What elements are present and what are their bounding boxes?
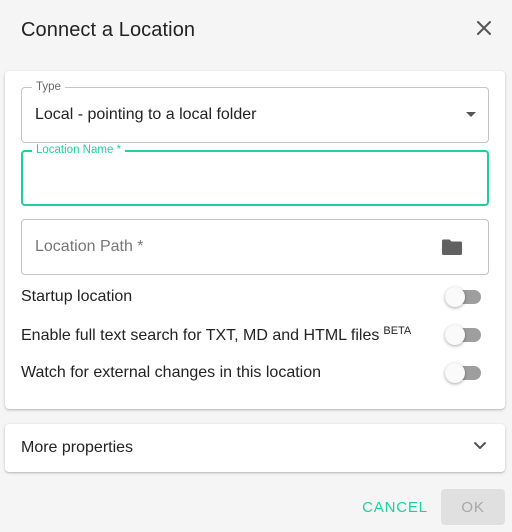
watch-changes-switch[interactable] xyxy=(445,363,485,383)
chevron-down-icon xyxy=(474,442,486,449)
ok-button[interactable]: OK xyxy=(441,489,505,525)
switch-thumb xyxy=(445,287,465,307)
switch-thumb xyxy=(445,363,465,383)
type-value: Local - pointing to a local folder xyxy=(35,106,257,123)
startup-location-switch[interactable] xyxy=(445,287,485,307)
location-name-label: Location Name * xyxy=(32,143,126,157)
startup-location-row: Startup location xyxy=(21,283,489,311)
close-icon xyxy=(477,21,491,35)
full-text-search-label: Enable full text search for TXT, MD and … xyxy=(21,325,412,344)
dropdown-arrow-icon xyxy=(466,112,476,117)
cancel-button[interactable]: CANCEL xyxy=(357,490,433,524)
type-select[interactable]: Type Local - pointing to a local folder xyxy=(21,80,489,143)
close-button[interactable] xyxy=(470,14,498,42)
dialog-title: Connect a Location xyxy=(21,19,196,41)
beta-badge: BETA xyxy=(383,325,412,337)
startup-location-label: Startup location xyxy=(21,288,133,305)
more-properties-panel[interactable]: More properties xyxy=(5,424,505,472)
watch-changes-row: Watch for external changes in this locat… xyxy=(21,359,489,387)
switch-thumb xyxy=(445,325,465,345)
watch-changes-label: Watch for external changes in this locat… xyxy=(21,364,322,381)
location-name-field[interactable]: Location Name * xyxy=(21,143,489,206)
location-path-field[interactable]: Location Path * xyxy=(21,219,489,275)
connect-location-dialog: Connect a Location Type Local - pointing… xyxy=(0,0,512,532)
full-text-search-switch[interactable] xyxy=(445,325,485,345)
type-label: Type xyxy=(32,80,65,94)
location-path-placeholder: Location Path * xyxy=(35,238,144,255)
folder-icon[interactable] xyxy=(441,238,463,261)
location-name-input[interactable] xyxy=(35,166,475,190)
more-properties-label: More properties xyxy=(21,439,134,456)
location-form-card: Type Local - pointing to a local folder … xyxy=(5,71,505,409)
full-text-search-row: Enable full text search for TXT, MD and … xyxy=(21,321,489,349)
